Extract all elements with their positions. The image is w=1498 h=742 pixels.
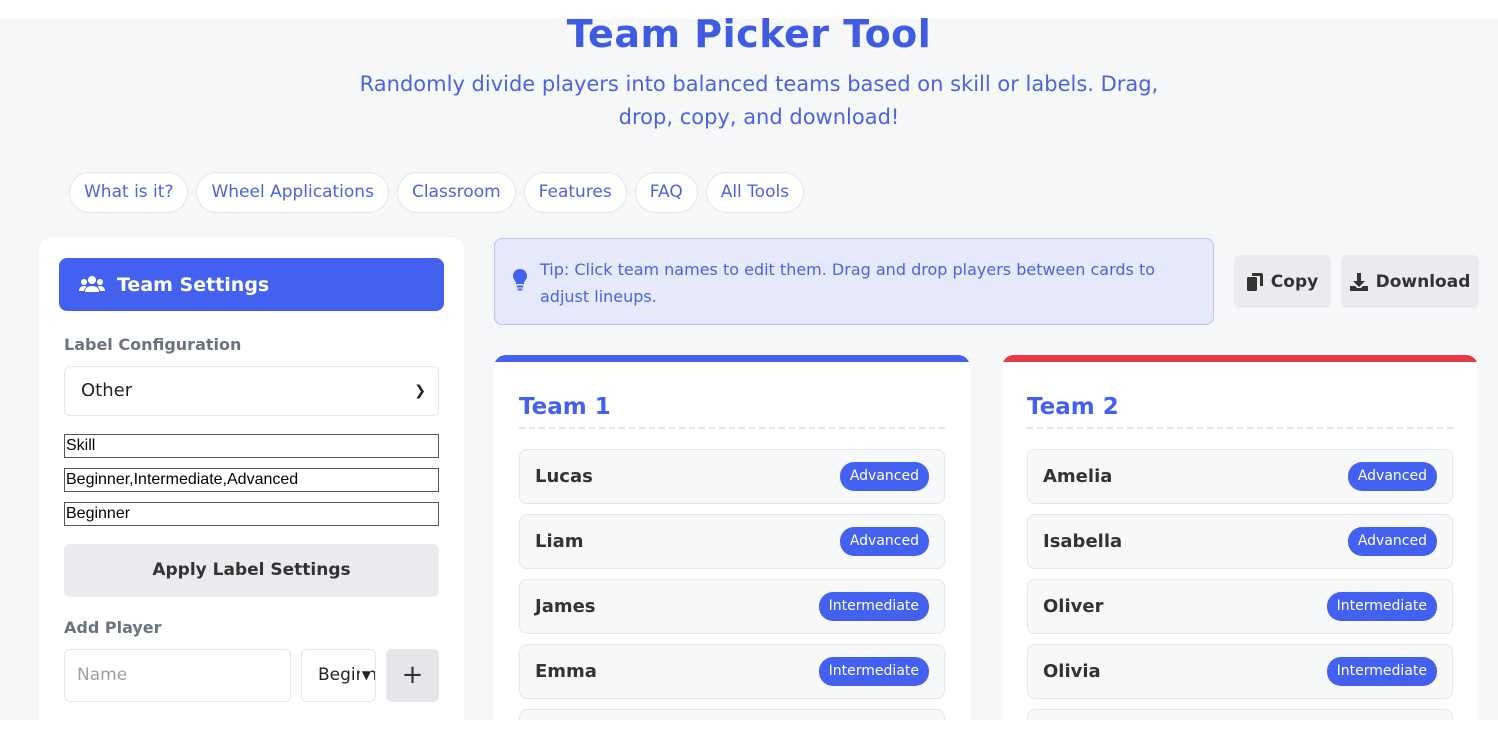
- settings-title: Team Settings: [117, 273, 270, 296]
- level-badge: Advanced: [1347, 527, 1437, 556]
- copy-label: Copy: [1270, 271, 1319, 292]
- player-card[interactable]: Emma Intermediate: [519, 644, 945, 699]
- player-name: Liam: [535, 531, 584, 552]
- label-name-input[interactable]: Skill: [64, 434, 439, 458]
- download-button[interactable]: Download: [1341, 255, 1479, 308]
- player-name: Lucas: [535, 466, 593, 487]
- player-name: Isabella: [1043, 531, 1123, 552]
- copy-button[interactable]: Copy: [1234, 255, 1331, 308]
- team-accent-bar: [1002, 355, 1478, 362]
- settings-header: Team Settings: [59, 258, 444, 311]
- player-name: James: [535, 596, 596, 617]
- apply-label-button[interactable]: Apply Label Settings: [64, 544, 439, 597]
- player-card[interactable]: James Intermediate: [519, 579, 945, 634]
- add-player-button[interactable]: +: [386, 649, 439, 702]
- users-icon: [79, 275, 105, 292]
- team-name-1[interactable]: Team 1: [519, 394, 945, 429]
- player-name: Olivia: [1043, 661, 1101, 682]
- download-label: Download: [1375, 271, 1471, 292]
- nav-wheel-applications[interactable]: Wheel Applications: [196, 172, 389, 213]
- player-name: Amelia: [1043, 466, 1113, 487]
- team-accent-bar: [494, 355, 970, 362]
- label-options-input[interactable]: Beginner,Intermediate,Advanced: [64, 468, 439, 492]
- copy-icon: [1246, 272, 1263, 291]
- label-config-select[interactable]: Other ❯: [64, 366, 439, 416]
- nav-what-is-it[interactable]: What is it?: [69, 172, 189, 213]
- player-card[interactable]: Olivia Intermediate: [1027, 644, 1453, 699]
- player-card[interactable]: Liam Advanced: [519, 514, 945, 569]
- page-subtitle: Randomly divide players into balanced te…: [359, 72, 1159, 129]
- level-badge: Intermediate: [818, 657, 929, 686]
- chevron-down-icon: ❯: [414, 383, 426, 399]
- team-card-2: Team 2 Amelia Advanced Isabella Advanced…: [1002, 355, 1478, 720]
- team-name-2[interactable]: Team 2: [1027, 394, 1453, 429]
- player-name-input[interactable]: Name: [64, 649, 291, 702]
- chevron-down-icon: ▼: [359, 650, 371, 701]
- nav-features[interactable]: Features: [523, 172, 627, 213]
- level-badge: Intermediate: [1326, 657, 1437, 686]
- page-title: Team Picker Tool: [566, 18, 932, 56]
- player-card[interactable]: Isabella Advanced: [1027, 514, 1453, 569]
- add-player-heading: Add Player: [64, 618, 162, 637]
- player-name: Oliver: [1043, 596, 1104, 617]
- player-card[interactable]: Lucas Advanced: [519, 449, 945, 504]
- lightbulb-icon: [513, 269, 527, 291]
- player-card[interactable]: Amelia Advanced: [1027, 449, 1453, 504]
- label-config-value: Other: [81, 380, 133, 401]
- tip-banner: Tip: Click team names to edit them. Drag…: [494, 238, 1214, 325]
- nav-faq[interactable]: FAQ: [634, 172, 698, 213]
- nav-classroom[interactable]: Classroom: [396, 172, 516, 213]
- player-name: Emma: [535, 661, 597, 682]
- level-badge: Intermediate: [1326, 592, 1437, 621]
- level-badge: Advanced: [839, 527, 929, 556]
- download-icon: [1349, 272, 1368, 291]
- player-card[interactable]: [1027, 709, 1453, 720]
- level-badge: Advanced: [839, 462, 929, 491]
- nav-all-tools[interactable]: All Tools: [705, 172, 805, 213]
- level-badge: Advanced: [1347, 462, 1437, 491]
- default-label-input[interactable]: Beginner: [64, 502, 439, 526]
- nav-bar: What is it? Wheel Applications Classroom…: [69, 172, 805, 213]
- player-card[interactable]: Oliver Intermediate: [1027, 579, 1453, 634]
- player-level-select[interactable]: Beginner ▼: [301, 649, 376, 702]
- team-card-1: Team 1 Lucas Advanced Liam Advanced Jame…: [494, 355, 970, 720]
- settings-panel: Team Settings Label Configuration Other …: [39, 238, 464, 720]
- page: Team Picker Tool Randomly divide players…: [0, 18, 1498, 720]
- player-card[interactable]: [519, 709, 945, 720]
- level-badge: Intermediate: [818, 592, 929, 621]
- tip-text: Tip: Click team names to edit them. Drag…: [540, 260, 1156, 306]
- label-config-heading: Label Configuration: [64, 335, 242, 354]
